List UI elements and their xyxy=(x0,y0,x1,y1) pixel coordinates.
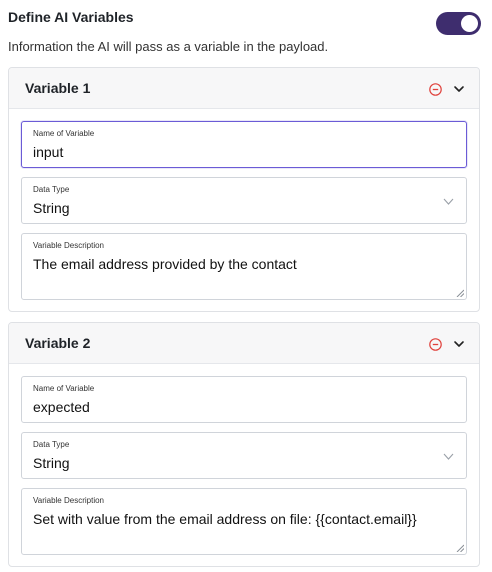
variable-description-field[interactable]: Variable Description The email address p… xyxy=(21,233,467,300)
variable-card-2: Variable 2 Name of Variable expected Dat… xyxy=(8,322,480,567)
variable-description-textarea[interactable]: Set with value from the email address on… xyxy=(33,511,417,527)
field-label: Name of Variable xyxy=(33,129,95,138)
chevron-down-icon xyxy=(443,453,454,460)
chevron-down-icon xyxy=(443,198,454,205)
variable-title: Variable 2 xyxy=(25,335,91,351)
field-label: Name of Variable xyxy=(33,384,95,393)
minus-circle-icon[interactable] xyxy=(429,83,442,96)
variable-name-input[interactable]: input xyxy=(33,144,63,160)
ai-variables-panel: Define AI Variables Information the AI w… xyxy=(0,0,492,572)
data-type-value: String xyxy=(33,455,70,471)
data-type-select[interactable]: Data Type String xyxy=(21,432,467,479)
field-label: Data Type xyxy=(33,440,70,449)
chevron-down-icon[interactable] xyxy=(453,338,465,350)
resize-grip-icon[interactable] xyxy=(456,544,464,552)
variable-card-header[interactable]: Variable 1 xyxy=(9,68,479,109)
variable-card-1: Variable 1 Name of Variable input Data T… xyxy=(8,67,480,312)
chevron-down-icon[interactable] xyxy=(453,83,465,95)
data-type-value: String xyxy=(33,200,70,216)
toggle-knob xyxy=(461,15,478,32)
variable-card-header[interactable]: Variable 2 xyxy=(9,323,479,364)
variable-name-field[interactable]: Name of Variable input xyxy=(21,121,467,168)
field-label: Data Type xyxy=(33,185,70,194)
minus-circle-icon[interactable] xyxy=(429,338,442,351)
section-description: Information the AI will pass as a variab… xyxy=(8,39,329,54)
resize-grip-icon[interactable] xyxy=(456,289,464,297)
section-title: Define AI Variables xyxy=(8,9,134,25)
define-ai-variables-toggle[interactable] xyxy=(436,12,481,35)
variable-name-input[interactable]: expected xyxy=(33,399,90,415)
data-type-select[interactable]: Data Type String xyxy=(21,177,467,224)
variable-description-textarea[interactable]: The email address provided by the contac… xyxy=(33,256,297,272)
variable-name-field[interactable]: Name of Variable expected xyxy=(21,376,467,423)
variable-title: Variable 1 xyxy=(25,80,91,96)
variable-description-field[interactable]: Variable Description Set with value from… xyxy=(21,488,467,555)
field-label: Variable Description xyxy=(33,496,104,505)
field-label: Variable Description xyxy=(33,241,104,250)
